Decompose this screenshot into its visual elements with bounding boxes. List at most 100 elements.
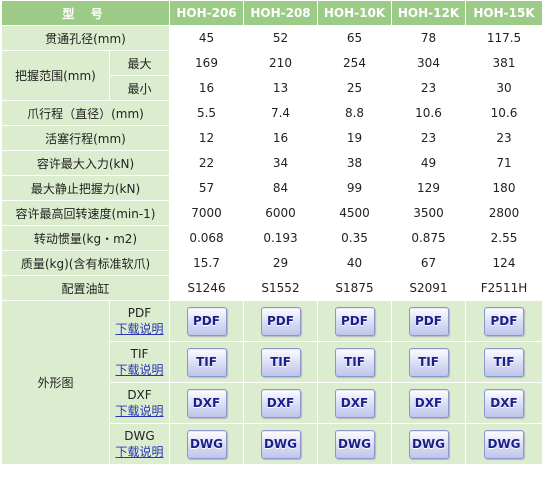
cell-value: 254 <box>317 50 392 76</box>
dwg-download-button[interactable]: DWG <box>260 429 301 459</box>
dxf-download-button[interactable]: DXF <box>186 388 227 418</box>
cell-value: 23 <box>391 125 466 151</box>
pdf-download-button[interactable]: PDF <box>408 306 449 336</box>
format-cell-pdf: PDF 下载说明 <box>109 300 170 342</box>
format-cell-dxf: DXF 下载说明 <box>109 382 170 424</box>
dwg-download-button[interactable]: DWG <box>484 429 524 459</box>
row-sublabel-min: 最小 <box>109 75 170 101</box>
download-instructions-link-tif[interactable]: 下载说明 <box>110 362 169 378</box>
format-cell-dwg: DWG 下载说明 <box>109 423 170 465</box>
cell-value: 8.8 <box>317 100 392 126</box>
dxf-download-button[interactable]: DXF <box>260 388 301 418</box>
cell-value: 210 <box>243 50 318 76</box>
model-header-0: HOH-206 <box>169 0 244 26</box>
cell-value: 2.55 <box>465 225 543 251</box>
download-instructions-link-pdf[interactable]: 下载说明 <box>110 321 169 337</box>
tif-download-button[interactable]: TIF <box>334 347 375 377</box>
row-label-inertia: 转动惯量(kg・m2) <box>1 225 170 251</box>
cell-value: 29 <box>243 250 318 276</box>
row-label-jaw-stroke: 爪行程（直径）(mm) <box>1 100 170 126</box>
header-row: 型 号 HOH-206 HOH-208 HOH-10K HOH-12K HOH-… <box>1 0 543 26</box>
download-instructions-link-dxf[interactable]: 下载说明 <box>110 403 169 419</box>
pdf-download-button[interactable]: PDF <box>484 306 524 336</box>
row-cylinder: 配置油缸 S1246 S1552 S1875 S2091 F2511H <box>1 275 543 301</box>
cell-value: 15.7 <box>169 250 244 276</box>
cell-value: 16 <box>169 75 244 101</box>
cell-value: 0.193 <box>243 225 318 251</box>
cell-value: 169 <box>169 50 244 76</box>
cell-value: 304 <box>391 50 466 76</box>
cell-value: 49 <box>391 150 466 176</box>
spec-table: 型 号 HOH-206 HOH-208 HOH-10K HOH-12K HOH-… <box>1 0 543 465</box>
cell-value: 16 <box>243 125 318 151</box>
cell-value: 67 <box>391 250 466 276</box>
dxf-download-button[interactable]: DXF <box>408 388 449 418</box>
row-mass: 质量(kg)(含有标准软爪) 15.7 29 40 67 124 <box>1 250 543 276</box>
cell-value: F2511H <box>465 275 543 301</box>
pdf-download-button[interactable]: PDF <box>260 306 301 336</box>
cell-value: 0.35 <box>317 225 392 251</box>
row-label-mass: 质量(kg)(含有标准软爪) <box>1 250 170 276</box>
format-cell-tif: TIF 下载说明 <box>109 341 170 383</box>
cell-value: 84 <box>243 175 318 201</box>
cell-value: 7000 <box>169 200 244 226</box>
format-name-pdf: PDF <box>127 306 152 320</box>
dwg-download-button[interactable]: DWG <box>186 429 227 459</box>
cell-value: 19 <box>317 125 392 151</box>
row-sublabel-max: 最大 <box>109 50 170 76</box>
cell-value: 124 <box>465 250 543 276</box>
cell-value: 65 <box>317 25 392 51</box>
model-header-4: HOH-15K <box>465 0 543 26</box>
dxf-download-button[interactable]: DXF <box>484 388 524 418</box>
row-label-max-input: 容许最大入力(kN) <box>1 150 170 176</box>
cell-value: 381 <box>465 50 543 76</box>
model-header-1: HOH-208 <box>243 0 318 26</box>
cell-value: 2800 <box>465 200 543 226</box>
pdf-download-button[interactable]: PDF <box>186 306 227 336</box>
tif-download-button[interactable]: TIF <box>260 347 301 377</box>
format-name-dxf: DXF <box>127 388 152 402</box>
cell-value: S2091 <box>391 275 466 301</box>
cell-value: 78 <box>391 25 466 51</box>
cell-value: 129 <box>391 175 466 201</box>
cell-value: 23 <box>391 75 466 101</box>
cell-value: 10.6 <box>391 100 466 126</box>
format-name-tif: TIF <box>130 347 149 361</box>
pdf-download-button[interactable]: PDF <box>334 306 375 336</box>
row-jaw-stroke: 爪行程（直径）(mm) 5.5 7.4 8.8 10.6 10.6 <box>1 100 543 126</box>
model-header-label: 型 号 <box>1 0 170 26</box>
dwg-download-button[interactable]: DWG <box>334 429 375 459</box>
tif-download-button[interactable]: TIF <box>186 347 227 377</box>
dxf-download-button[interactable]: DXF <box>334 388 375 418</box>
row-piston-stroke: 活塞行程(mm) 12 16 19 23 23 <box>1 125 543 151</box>
cell-value: 45 <box>169 25 244 51</box>
cell-value: 23 <box>465 125 543 151</box>
cell-value: 4500 <box>317 200 392 226</box>
cell-value: 71 <box>465 150 543 176</box>
row-bore: 贯通孔径(mm) 45 52 65 78 117.5 <box>1 25 543 51</box>
cell-value: 22 <box>169 150 244 176</box>
dwg-download-button[interactable]: DWG <box>408 429 449 459</box>
row-inertia: 转动惯量(kg・m2) 0.068 0.193 0.35 0.875 2.55 <box>1 225 543 251</box>
tif-download-button[interactable]: TIF <box>408 347 449 377</box>
cell-value: 5.5 <box>169 100 244 126</box>
cell-value: 40 <box>317 250 392 276</box>
row-label-bore: 贯通孔径(mm) <box>1 25 170 51</box>
cell-value: 12 <box>169 125 244 151</box>
tif-download-button[interactable]: TIF <box>484 347 524 377</box>
download-instructions-link-dwg[interactable]: 下载说明 <box>110 444 169 460</box>
cell-value: S1246 <box>169 275 244 301</box>
model-header-2: HOH-10K <box>317 0 392 26</box>
cell-value: 34 <box>243 150 318 176</box>
cell-value: 6000 <box>243 200 318 226</box>
cell-value: 0.875 <box>391 225 466 251</box>
row-label-cylinder: 配置油缸 <box>1 275 170 301</box>
row-label-max-grip-force: 最大静止把握力(kN) <box>1 175 170 201</box>
row-max-speed: 容许最高回转速度(min-1) 7000 6000 4500 3500 2800 <box>1 200 543 226</box>
row-grip-max: 把握范围(mm) 最大 169 210 254 304 381 <box>1 50 543 101</box>
cell-value: 25 <box>317 75 392 101</box>
cell-value: 52 <box>243 25 318 51</box>
cell-value: 117.5 <box>465 25 543 51</box>
cell-value: S1552 <box>243 275 318 301</box>
row-label-grip-range: 把握范围(mm) <box>1 50 110 101</box>
